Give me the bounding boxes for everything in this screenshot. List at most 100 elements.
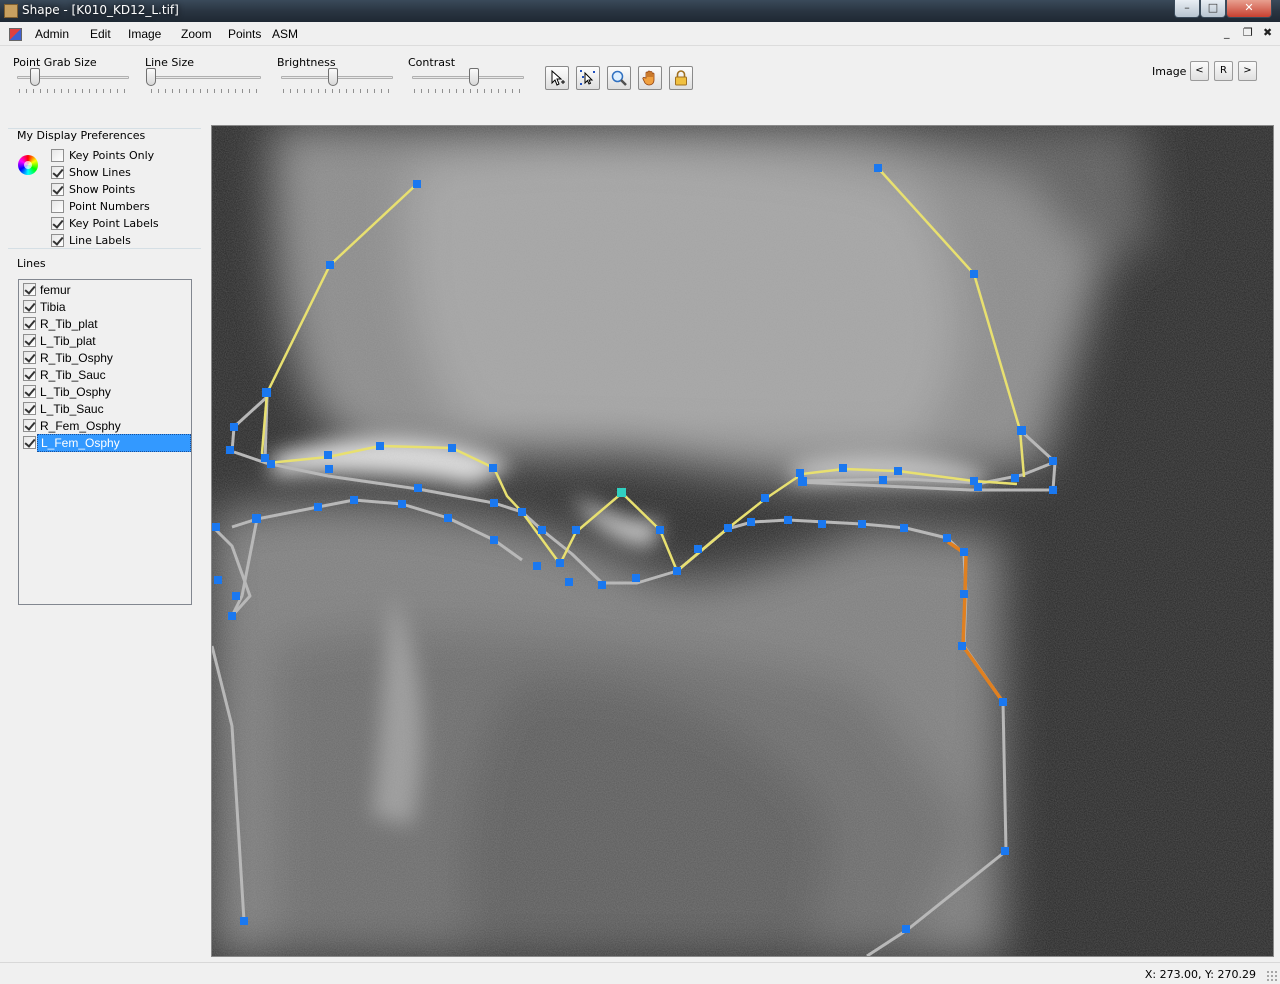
checkbox[interactable]	[23, 419, 36, 432]
color-wheel-icon[interactable]	[18, 155, 38, 175]
image-label: Image	[1152, 65, 1187, 78]
title-bar: Shape - [K010_KD12_L.tif] – □ ✕	[0, 0, 1280, 22]
hand-pan-icon	[642, 70, 655, 86]
checkbox[interactable]	[51, 216, 64, 230]
menu-edit[interactable]: Edit	[90, 27, 111, 41]
zoom-button[interactable]	[607, 66, 631, 90]
line-item-r-tib-sauc[interactable]: R_Tib_Sauc	[19, 366, 191, 383]
checkbox[interactable]	[23, 402, 36, 415]
checkbox[interactable]	[23, 300, 36, 313]
checkbox[interactable]	[23, 436, 36, 449]
line-label: L_Fem_Osphy	[37, 433, 191, 452]
cursor-coordinates: X: 273.00, Y: 270.29	[1144, 968, 1256, 981]
menu-points[interactable]: Points	[228, 27, 261, 41]
line-label: R_Tib_Sauc	[40, 367, 106, 382]
slider-track	[412, 76, 524, 79]
slider-ticks	[19, 89, 129, 93]
padlock-icon	[675, 70, 687, 86]
pref-line-labels[interactable]: Line Labels	[51, 233, 131, 247]
line-item-r-tib-osphy[interactable]: R_Tib_Osphy	[19, 349, 191, 366]
window-title: Shape - [K010_KD12_L.tif]	[22, 3, 179, 17]
mdi-minimize-button[interactable]: _	[1224, 26, 1230, 39]
pref-key-point-labels[interactable]: Key Point Labels	[51, 216, 159, 230]
image-noise	[212, 126, 1273, 956]
minimize-button[interactable]: –	[1174, 0, 1200, 18]
checkbox[interactable]	[23, 317, 36, 330]
xray-annotation-view[interactable]	[212, 126, 1273, 956]
slider-thumb[interactable]	[328, 68, 338, 86]
select-pointer-button[interactable]	[545, 66, 569, 90]
slider-thumb[interactable]	[30, 68, 40, 86]
checkbox[interactable]	[23, 368, 36, 381]
menu-bar: Admin Edit Image Zoom Points ASM _ ❐ ✖	[0, 22, 1280, 46]
checkbox-label: Show Lines	[69, 165, 131, 179]
checkbox[interactable]	[23, 283, 36, 296]
checkbox-label: Point Numbers	[69, 199, 150, 213]
image-canvas[interactable]	[211, 125, 1274, 957]
line-item-r-fem-osphy[interactable]: R_Fem_Osphy	[19, 417, 191, 434]
slider-ticks	[283, 89, 393, 93]
lock-button[interactable]	[669, 66, 693, 90]
group-title: My Display Preferences	[16, 129, 147, 142]
reset-image-button[interactable]: R	[1214, 61, 1233, 81]
line-item-l-fem-osphy[interactable]: L_Fem_Osphy	[19, 433, 191, 452]
multi-select-button[interactable]	[576, 66, 600, 90]
checkbox[interactable]	[51, 165, 64, 179]
line-label: L_Tib_Sauc	[40, 401, 104, 416]
line-item-l-tib-osphy[interactable]: L_Tib_Osphy	[19, 383, 191, 400]
mdi-restore-button[interactable]: ❐	[1243, 26, 1253, 39]
line-item-r-tib-plat[interactable]: R_Tib_plat	[19, 315, 191, 332]
line-label: R_Fem_Osphy	[40, 418, 121, 433]
checkbox[interactable]	[23, 385, 36, 398]
checkbox[interactable]	[23, 334, 36, 347]
multi-select-icon	[580, 70, 595, 85]
menu-admin[interactable]: Admin	[35, 27, 69, 41]
document-icon[interactable]	[9, 28, 22, 41]
maximize-button[interactable]: □	[1200, 0, 1226, 18]
checkbox[interactable]	[23, 351, 36, 364]
pan-button[interactable]	[638, 66, 662, 90]
magnifier-icon	[611, 70, 627, 86]
line-item-tibia[interactable]: Tibia	[19, 298, 191, 315]
checkbox[interactable]	[51, 148, 64, 162]
lines-list[interactable]: femur Tibia R_Tib_plat L_Tib_plat R_Tib_…	[18, 279, 192, 605]
app-icon	[4, 4, 18, 18]
resize-grip-icon[interactable]	[1266, 970, 1278, 982]
checkbox-label: Key Point Labels	[69, 216, 159, 230]
select-pointer-icon	[551, 69, 565, 86]
checkbox[interactable]	[51, 233, 64, 247]
next-image-button[interactable]: >	[1238, 61, 1257, 81]
pref-show-lines[interactable]: Show Lines	[51, 165, 131, 179]
pref-show-points[interactable]: Show Points	[51, 182, 135, 196]
line-item-l-tib-sauc[interactable]: L_Tib_Sauc	[19, 400, 191, 417]
previous-image-button[interactable]: <	[1190, 61, 1209, 81]
menu-asm[interactable]: ASM	[272, 27, 298, 41]
toolbar: Point Grab Size Line Size Brightness Con…	[0, 46, 1280, 124]
checkbox-label: Key Points Only	[69, 148, 155, 162]
mdi-close-button[interactable]: ✖	[1263, 26, 1272, 39]
line-label: L_Tib_plat	[40, 333, 96, 348]
line-label: R_Tib_plat	[40, 316, 98, 331]
line-label: L_Tib_Osphy	[40, 384, 111, 399]
key-point-marker[interactable]	[617, 488, 626, 497]
pref-key-points-only[interactable]: Key Points Only	[51, 148, 154, 162]
line-item-femur[interactable]: femur	[19, 281, 191, 298]
slider-thumb[interactable]	[469, 68, 479, 86]
line-label: femur	[40, 282, 71, 297]
menu-image[interactable]: Image	[128, 27, 161, 41]
line-label: R_Tib_Osphy	[40, 350, 113, 365]
menu-zoom[interactable]: Zoom	[181, 27, 212, 41]
checkbox[interactable]	[51, 182, 64, 196]
checkbox-label: Show Points	[69, 182, 136, 196]
display-preferences-group: My Display Preferences Key Points Only S…	[8, 128, 201, 249]
line-label: Tibia	[40, 299, 66, 314]
checkbox[interactable]	[51, 199, 64, 213]
slider-track	[149, 76, 261, 79]
slider-ticks	[414, 89, 524, 93]
line-item-l-tib-plat[interactable]: L_Tib_plat	[19, 332, 191, 349]
pref-point-numbers[interactable]: Point Numbers	[51, 199, 150, 213]
slider-thumb[interactable]	[146, 68, 156, 86]
close-button[interactable]: ✕	[1226, 0, 1272, 18]
slider-label: Contrast	[408, 56, 456, 69]
status-bar: X: 273.00, Y: 270.29	[0, 962, 1280, 984]
